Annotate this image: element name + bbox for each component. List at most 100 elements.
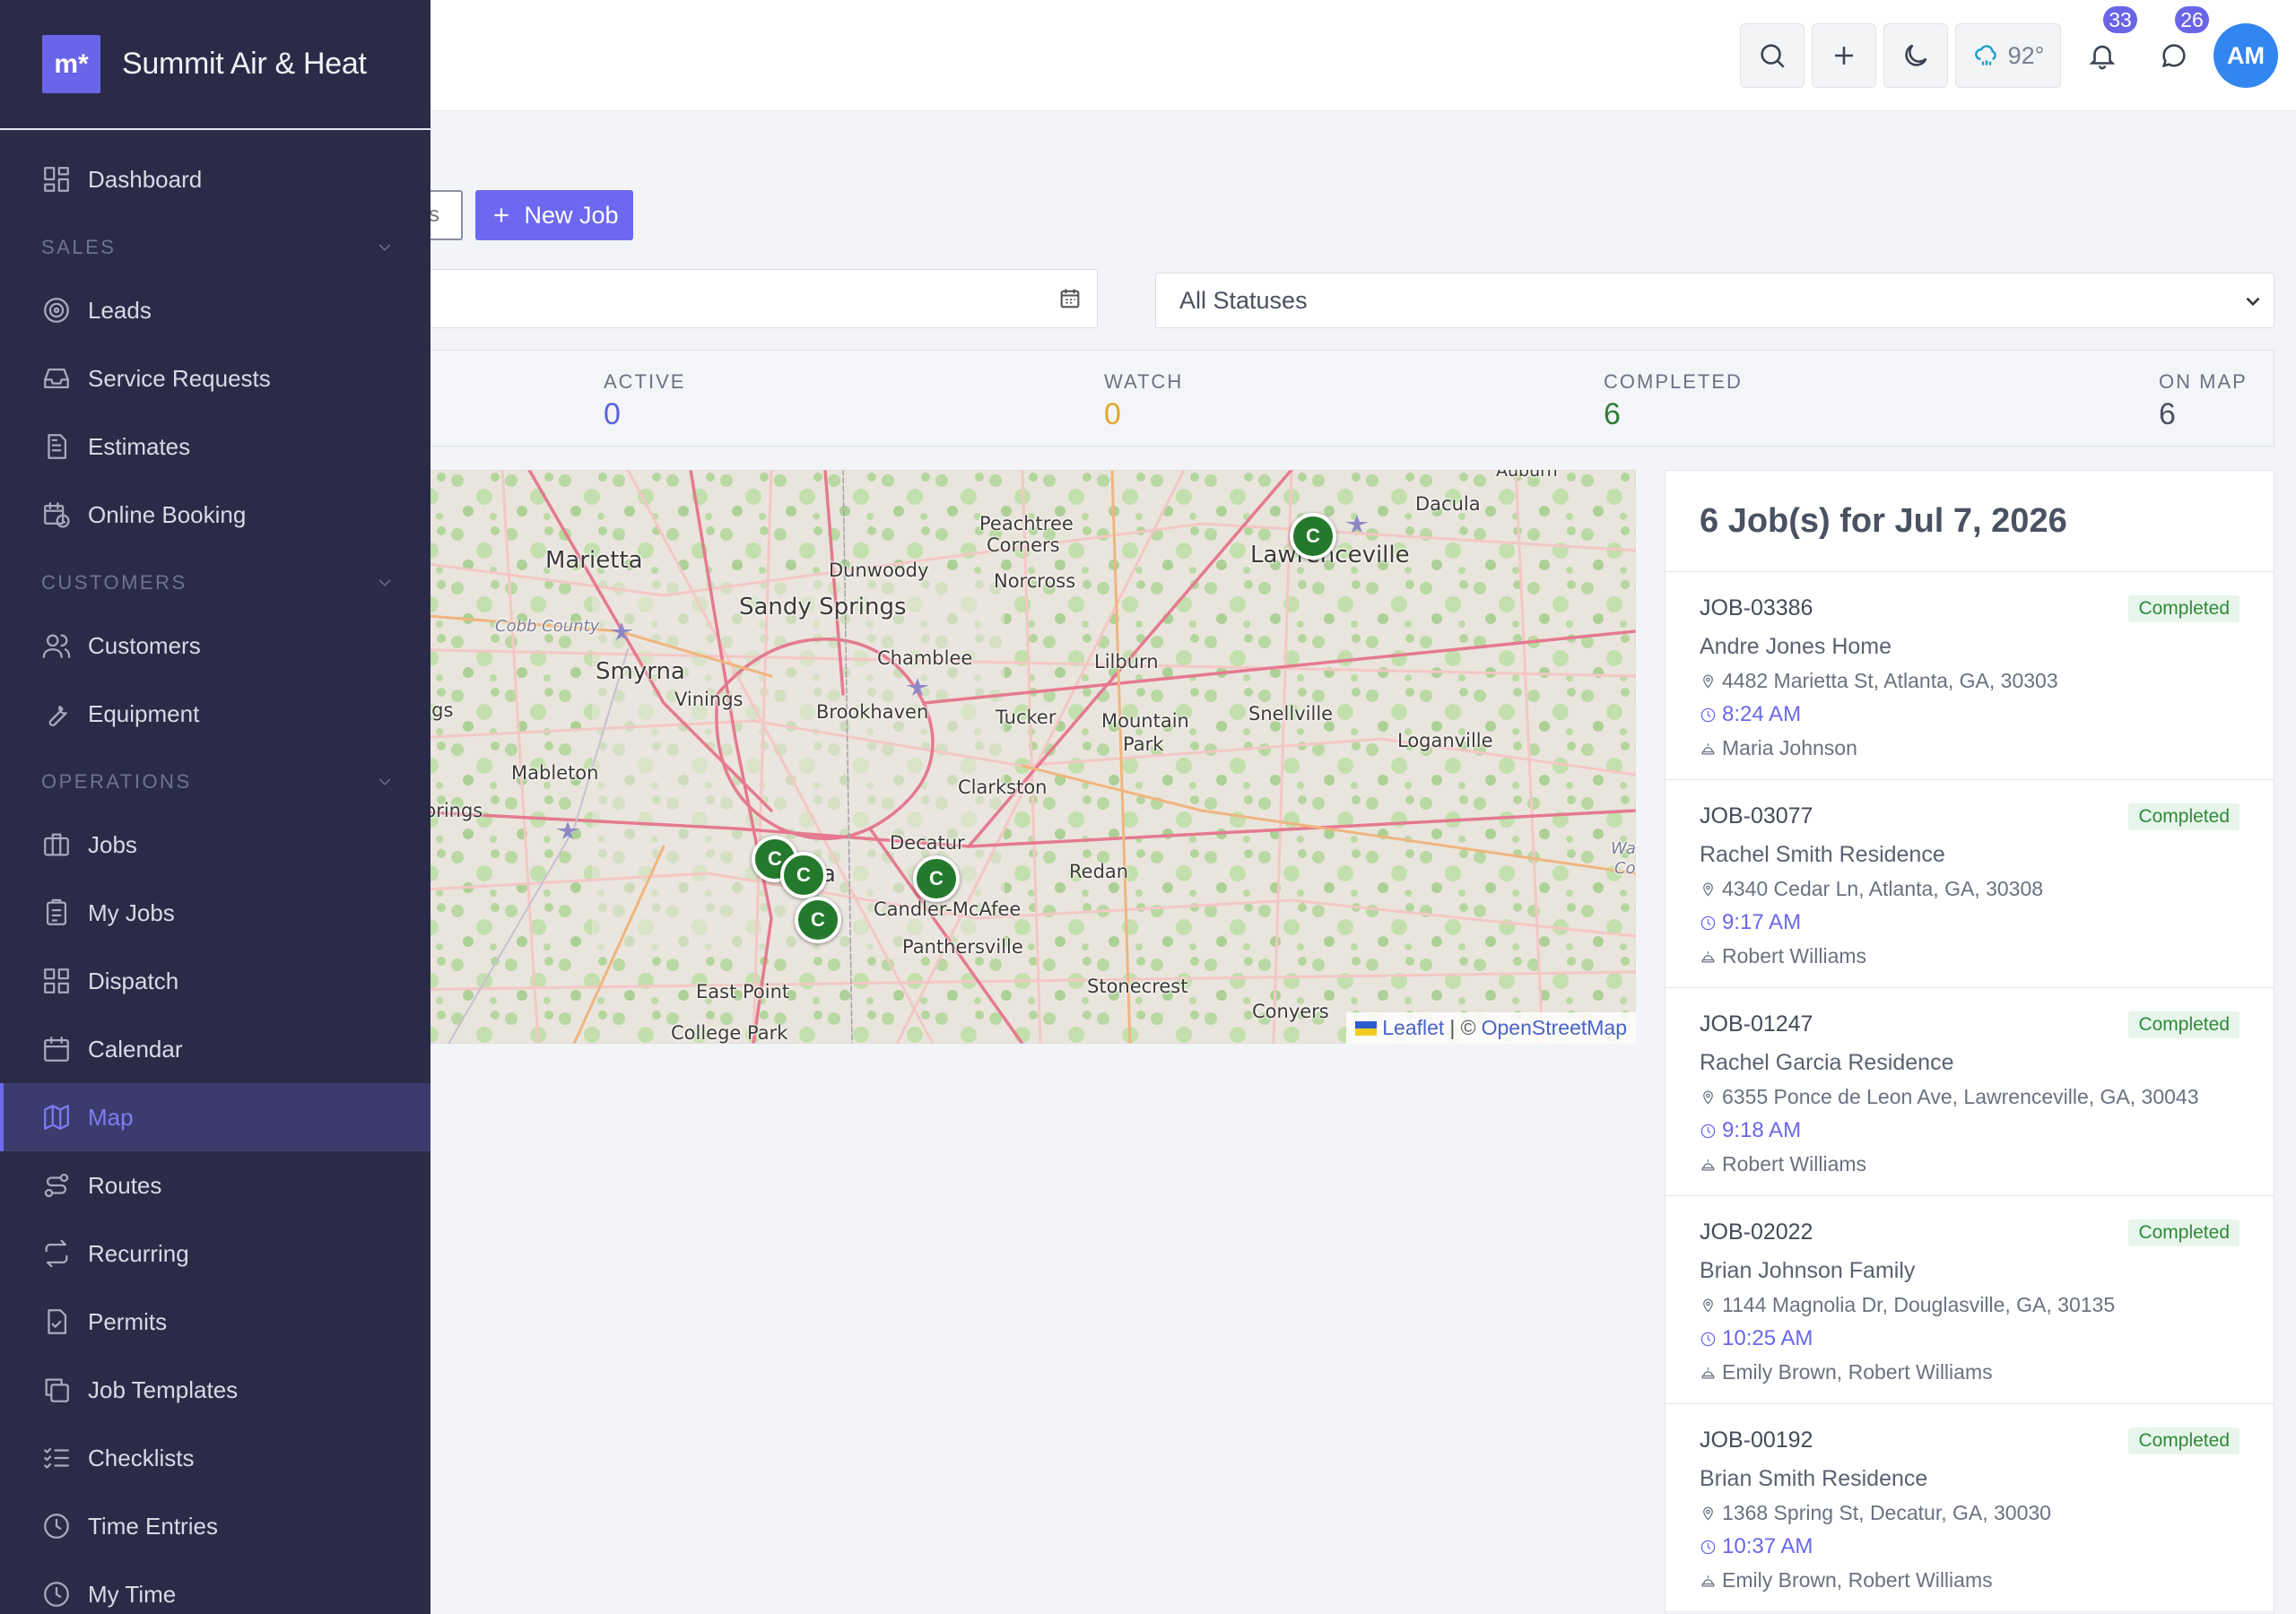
nav-section-operations[interactable]: OPERATIONS xyxy=(0,764,430,800)
new-job-label: New Job xyxy=(524,201,619,229)
copy-icon xyxy=(41,1375,88,1405)
stat-on-map-label: ON MAP xyxy=(2159,370,2248,393)
attribution-separator: | © xyxy=(1449,1016,1476,1039)
nav-section-customers[interactable]: CUSTOMERS xyxy=(0,565,430,601)
user-avatar[interactable]: AM xyxy=(2213,23,2278,88)
map-label-smyrna: Smyrna xyxy=(596,658,685,685)
sidebar-item-leads[interactable]: Leads xyxy=(0,276,430,344)
map-label-auburn: Auburn xyxy=(1496,470,1558,481)
search-button[interactable] xyxy=(1740,23,1805,88)
job-techs-row: Emily Brown, Robert Williams xyxy=(1700,1360,2239,1384)
job-marker[interactable]: C xyxy=(913,855,960,902)
sidebar-item-my-time[interactable]: My Time xyxy=(0,1560,430,1614)
clock-icon xyxy=(1700,1123,1722,1140)
sidebar-item-label: Map xyxy=(88,1103,134,1131)
job-address: 4482 Marietta St, Atlanta, GA, 30303 xyxy=(1722,669,2058,692)
brand[interactable]: m* Summit Air & Heat xyxy=(0,0,430,130)
job-time: 8:24 AM xyxy=(1722,702,1802,726)
sidebar-item-service-requests[interactable]: Service Requests xyxy=(0,344,430,412)
openstreetmap-link[interactable]: OpenStreetMap xyxy=(1482,1016,1627,1040)
status-filter-select[interactable]: All Statuses xyxy=(1155,273,2274,328)
status-badge: Completed xyxy=(2128,803,2239,830)
stat-active: ACTIVE 0 xyxy=(604,370,685,432)
job-time-row: 10:25 AM xyxy=(1700,1326,2239,1351)
route-icon xyxy=(41,1170,88,1201)
location-pin-icon xyxy=(1700,1505,1722,1522)
sidebar-item-map[interactable]: Map xyxy=(0,1083,430,1151)
sidebar-item-online-booking[interactable]: Online Booking xyxy=(0,481,430,549)
sidebar-item-checklists[interactable]: Checklists xyxy=(0,1424,430,1492)
calendar-icon[interactable] xyxy=(1057,286,1083,311)
weather-widget[interactable]: 92° xyxy=(1955,23,2061,88)
chevron-down-icon xyxy=(375,238,395,257)
sidebar-item-label: Leads xyxy=(88,296,152,324)
job-list-item[interactable]: JOB-03386 Completed Andre Jones Home 448… xyxy=(1665,572,2274,780)
job-list-item[interactable]: JOB-02022 Completed Brian Johnson Family… xyxy=(1665,1196,2274,1404)
map-label-candler-mcafee: Candler-McAfee xyxy=(874,898,1022,920)
sidebar-item-equipment[interactable]: Equipment xyxy=(0,680,430,748)
job-list-item[interactable]: JOB-00192 Completed Brian Smith Residenc… xyxy=(1665,1404,2274,1612)
stat-completed-label: COMPLETED xyxy=(1604,370,1743,393)
map-label-stonecrest: Stonecrest xyxy=(1087,976,1188,997)
clock-icon xyxy=(1700,707,1722,724)
job-customer-name: Brian Johnson Family xyxy=(1700,1258,1916,1283)
plus-icon xyxy=(1835,47,1853,65)
leaflet-link[interactable]: Leaflet xyxy=(1382,1016,1444,1040)
job-marker[interactable]: C xyxy=(795,897,841,943)
sidebar-item-my-jobs[interactable]: My Jobs xyxy=(0,879,430,947)
sidebar-item-label: Estimates xyxy=(88,432,191,460)
map-label-marietta: Marietta xyxy=(545,547,643,574)
map-label-peachtree: Peachtree xyxy=(979,513,1074,534)
sidebar-item-estimates[interactable]: Estimates xyxy=(0,412,430,481)
plus-icon xyxy=(494,208,509,222)
file-check-icon xyxy=(41,1306,88,1337)
add-button[interactable] xyxy=(1812,23,1876,88)
jobs-map[interactable]: Auburn Dacula Marietta Peachtree Corners… xyxy=(395,470,1636,1044)
clipboard-icon xyxy=(41,898,88,928)
sidebar-item-dashboard[interactable]: Dashboard xyxy=(0,145,430,213)
sidebar-item-calendar[interactable]: Calendar xyxy=(0,1015,430,1083)
job-time: 10:37 AM xyxy=(1722,1534,1813,1558)
job-techs-row: Maria Johnson xyxy=(1700,736,2239,760)
job-marker[interactable]: C xyxy=(780,852,827,898)
clock-icon xyxy=(1700,915,1722,932)
sidebar-item-label: Customers xyxy=(88,631,201,659)
sidebar: m* Summit Air & Heat Dashboard SALES Leads… xyxy=(0,0,430,1614)
sidebar-item-customers[interactable]: Customers xyxy=(0,612,430,680)
sidebar-item-job-templates[interactable]: Job Templates xyxy=(0,1356,430,1424)
job-address-row: 1368 Spring St, Decatur, GA, 30030 xyxy=(1700,1501,2239,1525)
sidebar-item-routes[interactable]: Routes xyxy=(0,1151,430,1219)
messages-button[interactable]: 26 xyxy=(2142,4,2211,88)
sidebar-item-recurring[interactable]: Recurring xyxy=(0,1219,430,1288)
sidebar-item-jobs[interactable]: Jobs xyxy=(0,811,430,879)
job-technicians: Robert Williams xyxy=(1722,944,1867,968)
dark-mode-toggle[interactable] xyxy=(1883,23,1948,88)
notifications-button[interactable]: 33 xyxy=(2070,4,2139,88)
job-marker[interactable]: C xyxy=(1290,513,1336,560)
job-time: 9:17 AM xyxy=(1722,910,1802,934)
status-badge: Completed xyxy=(2128,595,2239,622)
moon-icon xyxy=(1905,44,1927,66)
location-pin-icon xyxy=(1700,881,1722,898)
job-address-row: 4482 Marietta St, Atlanta, GA, 30303 xyxy=(1700,669,2239,693)
job-list-item[interactable]: JOB-03077 Completed Rachel Smith Residen… xyxy=(1665,780,2274,988)
job-time: 9:18 AM xyxy=(1722,1118,1802,1142)
job-address: 4340 Cedar Ln, Atlanta, GA, 30308 xyxy=(1722,877,2044,900)
sidebar-item-permits[interactable]: Permits xyxy=(0,1288,430,1356)
weather-temp: 92° xyxy=(2007,41,2045,69)
date-picker-input[interactable] xyxy=(395,269,1098,328)
job-technicians: Emily Brown, Robert Williams xyxy=(1722,1360,1993,1384)
inbox-icon xyxy=(41,363,88,394)
nav-section-sales[interactable]: SALES xyxy=(0,230,430,265)
map-label-park: Park xyxy=(1123,733,1164,755)
job-list-item[interactable]: JOB-01247 Completed Rachel Garcia Reside… xyxy=(1665,988,2274,1196)
sidebar-item-label: Recurring xyxy=(88,1239,189,1267)
job-technicians: Emily Brown, Robert Williams xyxy=(1722,1568,1993,1592)
map-label-redan: Redan xyxy=(1069,861,1129,882)
sidebar-item-time-entries[interactable]: Time Entries xyxy=(0,1492,430,1560)
sidebar-item-label: Dashboard xyxy=(88,165,203,193)
new-job-button[interactable]: New Job xyxy=(475,190,633,240)
hard-hat-icon xyxy=(1700,1156,1722,1173)
sidebar-item-dispatch[interactable]: Dispatch xyxy=(0,947,430,1015)
sidebar-item-label: Permits xyxy=(88,1307,168,1335)
